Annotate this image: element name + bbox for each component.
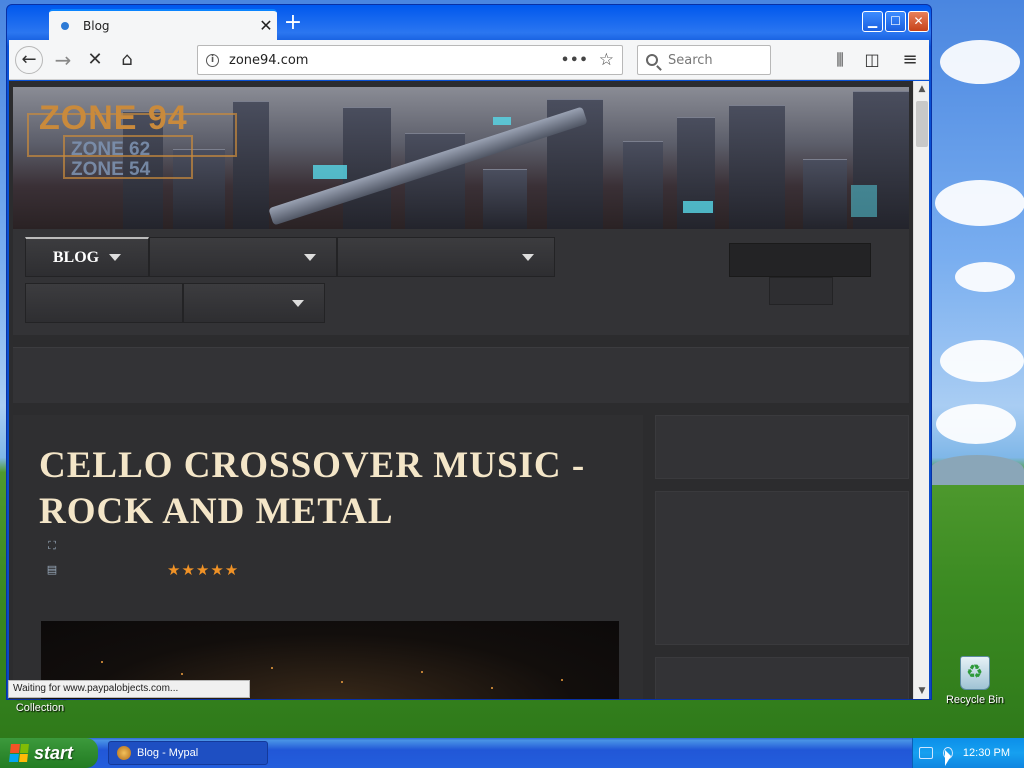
tab-favicon-icon	[61, 21, 69, 30]
menu-item-4[interactable]	[25, 283, 183, 323]
chevron-down-icon	[109, 254, 122, 261]
nav-toolbar: ← → ✕ ⌂ i zone94.com ••• ☆ Search ⫼ ◫ ≡	[9, 40, 929, 80]
image-light	[421, 671, 423, 673]
library-icon[interactable]: ⫼	[829, 49, 851, 71]
site-info-icon[interactable]: i	[206, 53, 219, 67]
menu-item-2[interactable]	[149, 237, 337, 277]
menu-item-5[interactable]	[183, 283, 325, 323]
minimize-icon[interactable]: ▁	[862, 11, 883, 32]
page-scrollbar[interactable]: ▲ ▼	[913, 81, 929, 699]
site-logo[interactable]: ZONE 94	[39, 99, 188, 138]
recycle-bin-desktop-icon[interactable]: Recycle Bin	[944, 656, 1006, 706]
url-text: zone94.com	[229, 52, 309, 68]
logo-sub-2: ZONE 54	[71, 159, 151, 180]
image-light	[271, 667, 273, 669]
status-bar: Waiting for www.paypalobjects.com...	[8, 680, 250, 698]
keyboard-icon[interactable]	[918, 747, 933, 759]
menu-blog[interactable]: BLOG	[25, 237, 149, 277]
cloud	[955, 262, 1015, 292]
cloud	[940, 40, 1020, 84]
post-main: CELLO CROSSOVER MUSIC - ROCK AND METAL ⛶…	[13, 415, 643, 699]
search-placeholder: Search	[668, 52, 713, 68]
tab-strip: Blog ✕ + ▁ ☐ ✕	[9, 7, 929, 40]
scroll-down-icon[interactable]: ▼	[914, 683, 930, 699]
mouse-cursor-icon	[945, 750, 951, 766]
sub-band	[13, 347, 909, 403]
distant-hill	[930, 455, 1024, 485]
image-light	[181, 673, 183, 675]
banner-building	[483, 169, 527, 229]
menu-blog-label: BLOG	[52, 248, 100, 266]
page-viewport: ZONE 94 ZONE 62 ZONE 54 BLOG CELLO CROSS…	[9, 81, 913, 699]
sidebar-widget-2	[655, 491, 909, 645]
banner-building	[623, 141, 663, 229]
sidebar-widget-1	[655, 415, 909, 479]
tab-title: Blog	[83, 18, 110, 33]
taskbar-item-label: Blog - Mypal	[137, 747, 199, 759]
banner-building	[729, 105, 785, 229]
tab-blog[interactable]: Blog ✕	[49, 9, 277, 40]
chevron-down-icon	[292, 299, 304, 307]
category-icon: ⛶	[48, 539, 56, 552]
comment-icon[interactable]: ▤	[45, 563, 59, 577]
back-arrow-icon[interactable]: ←	[15, 46, 43, 74]
banner-glow	[683, 201, 713, 213]
cloud	[935, 180, 1024, 226]
banner-building	[803, 159, 847, 229]
logo-sub-1: ZONE 62	[71, 139, 151, 160]
start-button[interactable]: start	[0, 738, 98, 768]
hamburger-menu-icon[interactable]: ≡	[899, 49, 921, 71]
maximize-icon[interactable]: ☐	[885, 11, 906, 32]
post-title[interactable]: CELLO CROSSOVER MUSIC - ROCK AND METAL	[39, 443, 599, 535]
chevron-down-icon	[304, 253, 316, 261]
tab-close-icon[interactable]: ✕	[255, 16, 277, 35]
cloud	[940, 340, 1024, 382]
site-search-button[interactable]	[769, 277, 833, 305]
banner-glow	[313, 165, 347, 179]
image-light	[491, 687, 493, 689]
window-controls: ▁ ☐ ✕	[862, 11, 929, 32]
chevron-down-icon	[522, 253, 534, 261]
banner-building	[343, 107, 391, 229]
banner-glow	[493, 117, 511, 125]
taskbar-item-browser[interactable]: Blog - Mypal	[108, 741, 268, 765]
image-light	[101, 661, 103, 663]
recycle-bin-icon	[960, 656, 990, 690]
cloud	[936, 404, 1016, 444]
rating-stars[interactable]: ★★★★★	[167, 561, 239, 579]
bookmark-star-icon[interactable]: ☆	[599, 50, 614, 70]
banner-glow	[851, 185, 877, 217]
mypal-icon	[117, 746, 131, 760]
start-label: start	[34, 742, 74, 763]
new-tab-plus-icon[interactable]: +	[281, 12, 305, 36]
collection-label: Collection	[15, 702, 65, 714]
image-light	[561, 679, 563, 681]
url-bar[interactable]: i zone94.com ••• ☆	[197, 45, 623, 75]
scroll-up-icon[interactable]: ▲	[914, 81, 930, 97]
menu-item-3[interactable]	[337, 237, 555, 277]
browser-window: Blog ✕ + ▁ ☐ ✕ ← → ✕ ⌂ i zone94.com ••• …	[6, 4, 932, 700]
image-light	[341, 681, 343, 683]
stop-loading-icon[interactable]: ✕	[81, 46, 109, 74]
site-banner: ZONE 94 ZONE 62 ZONE 54	[13, 87, 909, 229]
system-tray: 12:30 PM	[912, 738, 1024, 768]
taskbar: start Blog - Mypal 12:30 PM	[0, 738, 1024, 768]
search-box[interactable]: Search	[637, 45, 771, 75]
sidebar-icon[interactable]: ◫	[861, 49, 883, 71]
page-actions-icon[interactable]: •••	[561, 53, 589, 68]
recycle-bin-label: Recycle Bin	[945, 694, 1005, 706]
search-icon	[646, 54, 658, 66]
home-icon[interactable]: ⌂	[113, 46, 141, 74]
clock[interactable]: 12:30 PM	[963, 747, 1010, 759]
scroll-thumb[interactable]	[916, 101, 928, 147]
forward-arrow-icon[interactable]: →	[49, 46, 77, 74]
close-window-icon[interactable]: ✕	[908, 11, 929, 32]
site-search-input[interactable]	[729, 243, 871, 277]
banner-building	[233, 101, 269, 229]
windows-flag-icon	[9, 744, 29, 762]
sidebar-widget-3	[655, 657, 909, 699]
